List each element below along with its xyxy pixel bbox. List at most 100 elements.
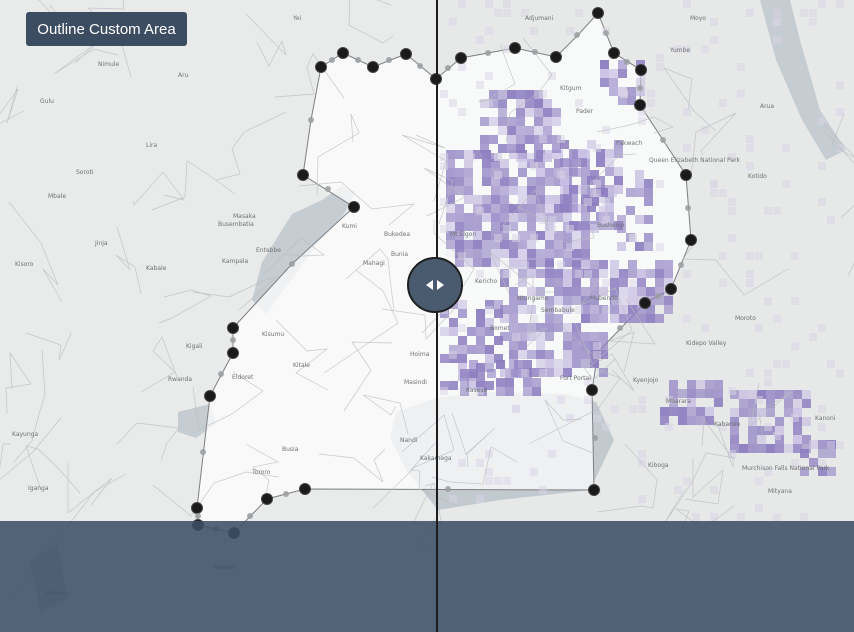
place-label: Soroti xyxy=(76,169,94,176)
place-label: Jinja xyxy=(94,240,108,247)
midpoint-handle[interactable] xyxy=(592,435,598,441)
place-label: Tororo xyxy=(251,469,271,476)
midpoint-handle[interactable] xyxy=(624,59,630,65)
place-label: Kericho xyxy=(475,278,498,285)
place-label: Murchison Falls National Park xyxy=(742,465,830,472)
place-label: Gulu xyxy=(40,98,54,105)
midpoint-handle[interactable] xyxy=(325,186,331,192)
polygon-vertex[interactable] xyxy=(680,169,692,181)
place-label: Masaka xyxy=(233,213,256,220)
place-label: Fort Portal xyxy=(560,375,591,382)
polygon-vertex[interactable] xyxy=(608,47,620,59)
place-label: Kiboga xyxy=(648,462,669,469)
polygon-vertex[interactable] xyxy=(297,169,309,181)
place-label: Kitgum xyxy=(560,85,582,92)
polygon-vertex[interactable] xyxy=(455,52,467,64)
polygon-vertex[interactable] xyxy=(367,61,379,73)
midpoint-handle[interactable] xyxy=(200,449,206,455)
midpoint-handle[interactable] xyxy=(308,117,314,123)
place-label: Adjumani xyxy=(525,15,554,22)
polygon-vertex[interactable] xyxy=(586,384,598,396)
place-label: Moroto xyxy=(735,315,756,322)
place-label: Yumbe xyxy=(669,47,690,54)
midpoint-handle[interactable] xyxy=(485,50,491,56)
polygon-vertex[interactable] xyxy=(634,99,646,111)
midpoint-handle[interactable] xyxy=(247,513,253,519)
place-label: Pakwach xyxy=(616,140,642,147)
place-label: Queen Elizabeth National Park xyxy=(649,157,741,164)
place-label: Mbarara xyxy=(666,398,691,405)
polygon-vertex[interactable] xyxy=(191,502,203,514)
place-label: Kanoni xyxy=(815,415,836,422)
midpoint-handle[interactable] xyxy=(685,205,691,211)
polygon-vertex[interactable] xyxy=(665,283,677,295)
arrow-left-icon xyxy=(426,280,433,290)
place-label: Bushenyi xyxy=(597,222,625,229)
place-label: Arua xyxy=(760,103,774,110)
midpoint-handle[interactable] xyxy=(655,293,661,299)
place-label: Rwanda xyxy=(168,376,192,383)
midpoint-handle[interactable] xyxy=(603,30,609,36)
polygon-vertex[interactable] xyxy=(685,234,697,246)
place-label: Pader xyxy=(576,108,594,115)
midpoint-handle[interactable] xyxy=(445,486,451,492)
polygon-vertex[interactable] xyxy=(261,493,273,505)
midpoint-handle[interactable] xyxy=(417,63,423,69)
swipe-divider[interactable] xyxy=(436,0,438,632)
place-label: Busembatia xyxy=(218,221,254,228)
polygon-vertex[interactable] xyxy=(588,484,600,496)
midpoint-handle[interactable] xyxy=(329,57,335,63)
midpoint-handle[interactable] xyxy=(532,49,538,55)
polygon-vertex[interactable] xyxy=(592,7,604,19)
midpoint-handle[interactable] xyxy=(218,371,224,377)
place-label: Masindi xyxy=(404,379,427,386)
midpoint-handle[interactable] xyxy=(574,32,580,38)
place-label: Kisoro xyxy=(15,261,34,268)
swipe-handle[interactable] xyxy=(407,257,463,313)
midpoint-handle[interactable] xyxy=(283,491,289,497)
polygon-vertex[interactable] xyxy=(299,483,311,495)
midpoint-handle[interactable] xyxy=(289,261,295,267)
polygon-vertex[interactable] xyxy=(337,47,349,59)
place-label: Yei xyxy=(292,15,302,22)
polygon-vertex[interactable] xyxy=(227,347,239,359)
place-label: Kotido xyxy=(748,173,767,180)
polygon-vertex[interactable] xyxy=(550,51,562,63)
midpoint-handle[interactable] xyxy=(637,85,643,91)
midpoint-handle[interactable] xyxy=(355,57,361,63)
place-label: Kisumu xyxy=(262,331,284,338)
place-label: Aru xyxy=(178,72,189,79)
place-label: Kumi xyxy=(342,223,357,230)
place-label: Kitale xyxy=(293,362,310,369)
midpoint-handle[interactable] xyxy=(678,262,684,268)
midpoint-handle[interactable] xyxy=(660,137,666,143)
place-label: Bomet xyxy=(490,325,510,332)
place-label: Eldoret xyxy=(232,374,254,381)
place-label: Kasese xyxy=(466,387,487,394)
midpoint-handle[interactable] xyxy=(617,325,623,331)
polygon-vertex[interactable] xyxy=(509,42,521,54)
place-label: Kayunga xyxy=(12,431,38,438)
midpoint-handle[interactable] xyxy=(386,57,392,63)
arrow-right-icon xyxy=(437,280,444,290)
polygon-vertex[interactable] xyxy=(400,48,412,60)
place-label: Bukedea xyxy=(384,231,410,238)
polygon-vertex[interactable] xyxy=(204,390,216,402)
place-label: Kabarole xyxy=(714,421,741,428)
polygon-vertex[interactable] xyxy=(315,61,327,73)
midpoint-handle[interactable] xyxy=(445,65,451,71)
place-label: Mityana xyxy=(768,488,792,495)
place-label: Ntungamo xyxy=(517,295,549,302)
polygon-vertex[interactable] xyxy=(639,297,651,309)
midpoint-handle[interactable] xyxy=(195,513,201,519)
place-label: Entebbe xyxy=(256,247,281,254)
place-label: Nimule xyxy=(98,61,119,68)
place-label: Hoima xyxy=(410,351,430,358)
polygon-vertex[interactable] xyxy=(635,64,647,76)
polygon-vertex[interactable] xyxy=(348,201,360,213)
polygon-vertex[interactable] xyxy=(227,322,239,334)
midpoint-handle[interactable] xyxy=(230,337,236,343)
place-label: Kidepo Valley xyxy=(686,340,727,347)
outline-custom-area-button[interactable]: Outline Custom Area xyxy=(26,12,187,46)
place-label: Kabale xyxy=(146,265,167,272)
